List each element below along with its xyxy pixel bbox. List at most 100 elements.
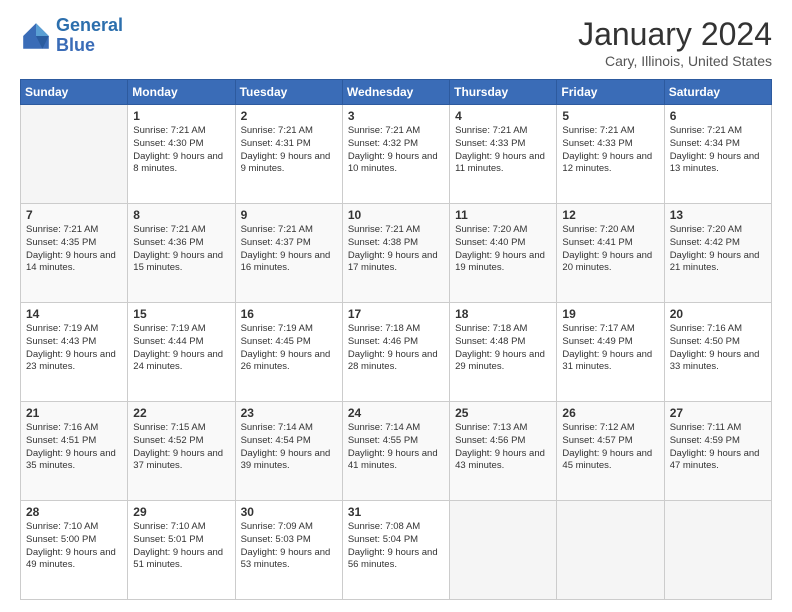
day-number: 9 (241, 208, 337, 222)
sunset-label: Sunset: 4:41 PM (562, 237, 632, 248)
cell-info: Sunrise: 7:21 AMSunset: 4:36 PMDaylight:… (133, 224, 229, 275)
calendar-cell: 8 Sunrise: 7:21 AMSunset: 4:36 PMDaylight… (128, 204, 235, 303)
sunset-label: Sunset: 4:59 PM (670, 435, 740, 446)
daylight-label: Daylight: 9 hours and 56 minutes. (348, 547, 438, 571)
calendar-cell (664, 501, 771, 600)
day-number: 19 (562, 307, 658, 321)
day-header-saturday: Saturday (664, 80, 771, 105)
sunset-label: Sunset: 4:32 PM (348, 138, 418, 149)
calendar-cell: 5Sunrise: 7:21 AMSunset: 4:33 PMDaylight… (557, 105, 664, 204)
calendar-cell: 19Sunrise: 7:17 AMSunset: 4:49 PMDayligh… (557, 303, 664, 402)
logo-text: General Blue (56, 16, 123, 56)
logo-blue: Blue (56, 35, 95, 55)
day-number: 8 (133, 208, 229, 222)
cell-info: Sunrise: 7:19 AMSunset: 4:45 PMDaylight:… (241, 323, 337, 374)
title-block: January 2024 Cary, Illinois, United Stat… (578, 16, 772, 69)
calendar-week-1: 1Sunrise: 7:21 AMSunset: 4:30 PMDaylight… (21, 105, 772, 204)
calendar-cell: 23Sunrise: 7:14 AMSunset: 4:54 PMDayligh… (235, 402, 342, 501)
daylight-label: Daylight: 9 hours and 49 minutes. (26, 547, 116, 571)
cell-info: Sunrise: 7:20 AMSunset: 4:40 PMDaylight:… (455, 224, 551, 275)
daylight-label: Daylight: 9 hours and 24 minutes. (133, 349, 223, 373)
calendar-cell: 30Sunrise: 7:09 AMSunset: 5:03 PMDayligh… (235, 501, 342, 600)
sunrise-label: Sunrise: 7:19 AM (241, 323, 313, 334)
day-number: 21 (26, 406, 122, 420)
sunrise-label: Sunrise: 7:14 AM (241, 422, 313, 433)
cell-info: Sunrise: 7:21 AMSunset: 4:38 PMDaylight:… (348, 224, 444, 275)
calendar-cell: 1Sunrise: 7:21 AMSunset: 4:30 PMDaylight… (128, 105, 235, 204)
daylight-label: Daylight: 9 hours and 11 minutes. (455, 151, 545, 175)
day-number: 30 (241, 505, 337, 519)
calendar-cell: 28Sunrise: 7:10 AMSunset: 5:00 PMDayligh… (21, 501, 128, 600)
calendar-cell (450, 501, 557, 600)
sunset-label: Sunset: 4:36 PM (133, 237, 203, 248)
sunrise-label: Sunrise: 7:10 AM (26, 521, 98, 532)
calendar-cell: 20Sunrise: 7:16 AMSunset: 4:50 PMDayligh… (664, 303, 771, 402)
calendar-cell: 29Sunrise: 7:10 AMSunset: 5:01 PMDayligh… (128, 501, 235, 600)
sunset-label: Sunset: 4:50 PM (670, 336, 740, 347)
daylight-label: Daylight: 9 hours and 12 minutes. (562, 151, 652, 175)
daylight-label: Daylight: 9 hours and 9 minutes. (241, 151, 331, 175)
calendar-cell: 27Sunrise: 7:11 AMSunset: 4:59 PMDayligh… (664, 402, 771, 501)
daylight-label: Daylight: 9 hours and 47 minutes. (670, 448, 760, 472)
calendar-cell: 26Sunrise: 7:12 AMSunset: 4:57 PMDayligh… (557, 402, 664, 501)
sunset-label: Sunset: 4:34 PM (670, 138, 740, 149)
daylight-label: Daylight: 9 hours and 20 minutes. (562, 250, 652, 274)
day-header-tuesday: Tuesday (235, 80, 342, 105)
sunrise-label: Sunrise: 7:18 AM (348, 323, 420, 334)
day-number: 4 (455, 109, 551, 123)
daylight-label: Daylight: 9 hours and 35 minutes. (26, 448, 116, 472)
daylight-label: Daylight: 9 hours and 23 minutes. (26, 349, 116, 373)
daylight-label: Daylight: 9 hours and 8 minutes. (133, 151, 223, 175)
day-header-sunday: Sunday (21, 80, 128, 105)
sunset-label: Sunset: 5:01 PM (133, 534, 203, 545)
day-number: 13 (670, 208, 766, 222)
day-number: 24 (348, 406, 444, 420)
calendar-cell: 3Sunrise: 7:21 AMSunset: 4:32 PMDaylight… (342, 105, 449, 204)
logo: General Blue (20, 16, 123, 56)
calendar-cell: 21Sunrise: 7:16 AMSunset: 4:51 PMDayligh… (21, 402, 128, 501)
day-header-thursday: Thursday (450, 80, 557, 105)
sunset-label: Sunset: 4:42 PM (670, 237, 740, 248)
day-number: 12 (562, 208, 658, 222)
daylight-label: Daylight: 9 hours and 14 minutes. (26, 250, 116, 274)
daylight-label: Daylight: 9 hours and 19 minutes. (455, 250, 545, 274)
sunset-label: Sunset: 4:51 PM (26, 435, 96, 446)
day-header-monday: Monday (128, 80, 235, 105)
day-number: 15 (133, 307, 229, 321)
day-number: 17 (348, 307, 444, 321)
day-header-wednesday: Wednesday (342, 80, 449, 105)
day-header-friday: Friday (557, 80, 664, 105)
calendar-cell: 6Sunrise: 7:21 AMSunset: 4:34 PMDaylight… (664, 105, 771, 204)
sunset-label: Sunset: 5:04 PM (348, 534, 418, 545)
day-number: 18 (455, 307, 551, 321)
cell-info: Sunrise: 7:21 AMSunset: 4:33 PMDaylight:… (455, 125, 551, 176)
sunrise-label: Sunrise: 7:08 AM (348, 521, 420, 532)
sunrise-label: Sunrise: 7:20 AM (562, 224, 634, 235)
calendar-cell (21, 105, 128, 204)
day-number: 14 (26, 307, 122, 321)
cell-info: Sunrise: 7:21 AMSunset: 4:32 PMDaylight:… (348, 125, 444, 176)
daylight-label: Daylight: 9 hours and 17 minutes. (348, 250, 438, 274)
daylight-label: Daylight: 9 hours and 43 minutes. (455, 448, 545, 472)
cell-info: Sunrise: 7:15 AMSunset: 4:52 PMDaylight:… (133, 422, 229, 473)
day-number: 1 (133, 109, 229, 123)
calendar-cell: 12 Sunrise: 7:20 AM Sunset: 4:41 PM Dayligh… (557, 204, 664, 303)
sunrise-label: Sunrise: 7:21 AM (348, 224, 420, 235)
sunset-label: Sunset: 4:37 PM (241, 237, 311, 248)
daylight-label: Daylight: 9 hours and 26 minutes. (241, 349, 331, 373)
cell-info: Sunrise: 7:13 AMSunset: 4:56 PMDaylight:… (455, 422, 551, 473)
day-number: 5 (562, 109, 658, 123)
sunset-label: Sunset: 4:44 PM (133, 336, 203, 347)
daylight-label: Daylight: 9 hours and 37 minutes. (133, 448, 223, 472)
daylight-label: Daylight: 9 hours and 51 minutes. (133, 547, 223, 571)
calendar-cell: 16Sunrise: 7:19 AMSunset: 4:45 PMDayligh… (235, 303, 342, 402)
calendar-cell: 9Sunrise: 7:21 AMSunset: 4:37 PMDaylight… (235, 204, 342, 303)
sunrise-label: Sunrise: 7:21 AM (670, 125, 742, 136)
sunset-label: Sunset: 4:31 PM (241, 138, 311, 149)
cell-info: Sunrise: 7:19 AMSunset: 4:43 PMDaylight:… (26, 323, 122, 374)
sunset-label: Sunset: 4:46 PM (348, 336, 418, 347)
calendar-cell: 22Sunrise: 7:15 AMSunset: 4:52 PMDayligh… (128, 402, 235, 501)
sunrise-label: Sunrise: 7:19 AM (133, 323, 205, 334)
sunrise-label: Sunrise: 7:19 AM (26, 323, 98, 334)
cell-info: Sunrise: 7:20 AM Sunset: 4:41 PM Daylight:… (562, 224, 658, 275)
